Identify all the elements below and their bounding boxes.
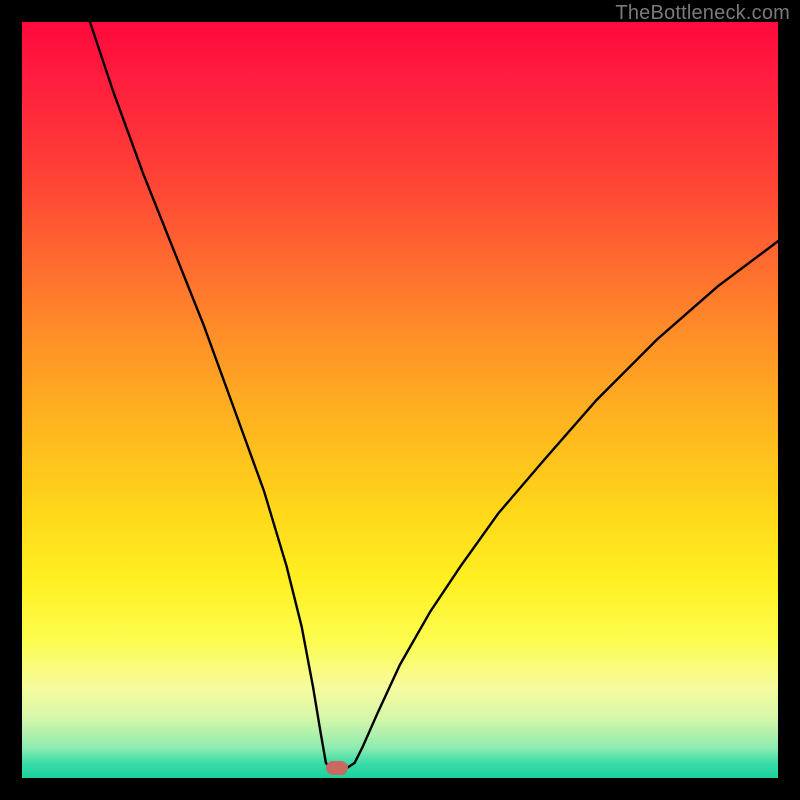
bottleneck-curve <box>22 22 778 778</box>
optimal-point-marker <box>326 761 348 775</box>
watermark-text: TheBottleneck.com <box>615 2 790 25</box>
chart-plot-area <box>22 22 778 778</box>
